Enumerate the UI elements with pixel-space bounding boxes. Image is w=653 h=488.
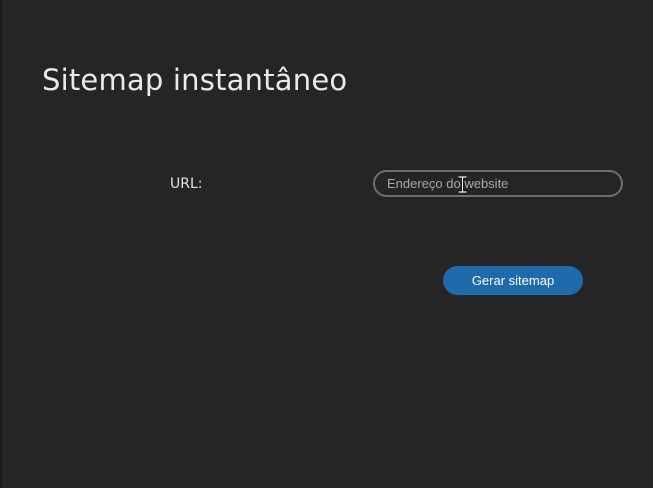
url-label: URL: [170, 176, 203, 192]
window-left-edge [0, 0, 2, 488]
url-input[interactable] [373, 170, 623, 197]
url-form-row: URL: [0, 168, 653, 200]
generate-sitemap-button[interactable]: Gerar sitemap [443, 266, 583, 295]
page-title: Sitemap instantâneo [42, 63, 348, 97]
